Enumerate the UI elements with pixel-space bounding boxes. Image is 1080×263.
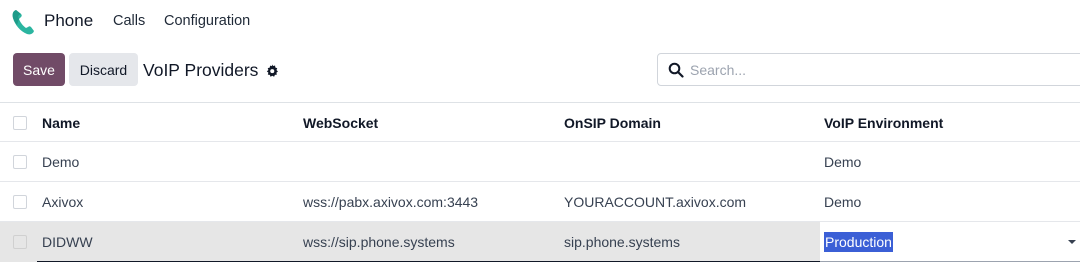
row-checkbox[interactable] bbox=[13, 195, 27, 209]
cell-voip-environment[interactable]: Demo bbox=[824, 142, 861, 182]
select-all-checkbox[interactable] bbox=[13, 116, 27, 130]
save-button[interactable]: Save bbox=[13, 53, 65, 86]
cell-onsip-domain[interactable]: sip.phone.systems bbox=[564, 222, 680, 262]
search-input[interactable] bbox=[690, 60, 1070, 80]
column-header-name[interactable]: Name bbox=[42, 103, 80, 143]
top-navbar: Phone Calls Configuration bbox=[0, 0, 1080, 44]
voip-environment-select[interactable]: Production bbox=[820, 222, 1080, 262]
discard-button[interactable]: Discard bbox=[69, 53, 138, 86]
breadcrumb: VoIP Providers bbox=[143, 60, 279, 81]
cell-name[interactable]: DIDWW bbox=[42, 222, 93, 262]
voip-environment-value[interactable]: Production bbox=[824, 232, 893, 252]
column-header-voip-environment[interactable]: VoIP Environment bbox=[824, 103, 943, 143]
row-edit-underline bbox=[37, 261, 820, 262]
chevron-down-icon[interactable] bbox=[1068, 240, 1076, 244]
cell-voip-environment[interactable]: Demo bbox=[824, 182, 861, 222]
column-header-websocket[interactable]: WebSocket bbox=[303, 103, 378, 143]
cell-websocket[interactable]: wss://pabx.axivox.com:3443 bbox=[303, 182, 478, 222]
cell-name[interactable]: Axivox bbox=[42, 182, 83, 222]
column-header-onsip-domain[interactable]: OnSIP Domain bbox=[564, 103, 661, 143]
cell-name[interactable]: Demo bbox=[42, 142, 79, 182]
menu-configuration[interactable]: Configuration bbox=[164, 13, 250, 29]
row-checkbox[interactable] bbox=[13, 235, 27, 249]
cell-websocket[interactable]: wss://sip.phone.systems bbox=[303, 222, 455, 262]
table-header: Name WebSocket OnSIP Domain VoIP Environ… bbox=[0, 102, 1080, 142]
table-row-editing[interactable]: DIDWW wss://sip.phone.systems sip.phone.… bbox=[0, 222, 1080, 262]
search-icon bbox=[668, 62, 684, 78]
app-name[interactable]: Phone bbox=[44, 11, 93, 31]
cell-onsip-domain[interactable]: YOURACCOUNT.axivox.com bbox=[564, 182, 746, 222]
row-checkbox[interactable] bbox=[13, 155, 27, 169]
table-row[interactable]: Axivox wss://pabx.axivox.com:3443 YOURAC… bbox=[0, 182, 1080, 222]
providers-list: Name WebSocket OnSIP Domain VoIP Environ… bbox=[0, 102, 1080, 262]
phone-app-icon[interactable] bbox=[10, 8, 36, 36]
search-bar bbox=[657, 53, 1080, 86]
table-row[interactable]: Demo Demo bbox=[0, 142, 1080, 182]
menu-calls[interactable]: Calls bbox=[113, 13, 145, 29]
page-title: VoIP Providers bbox=[143, 60, 259, 80]
gear-icon[interactable] bbox=[265, 63, 279, 78]
